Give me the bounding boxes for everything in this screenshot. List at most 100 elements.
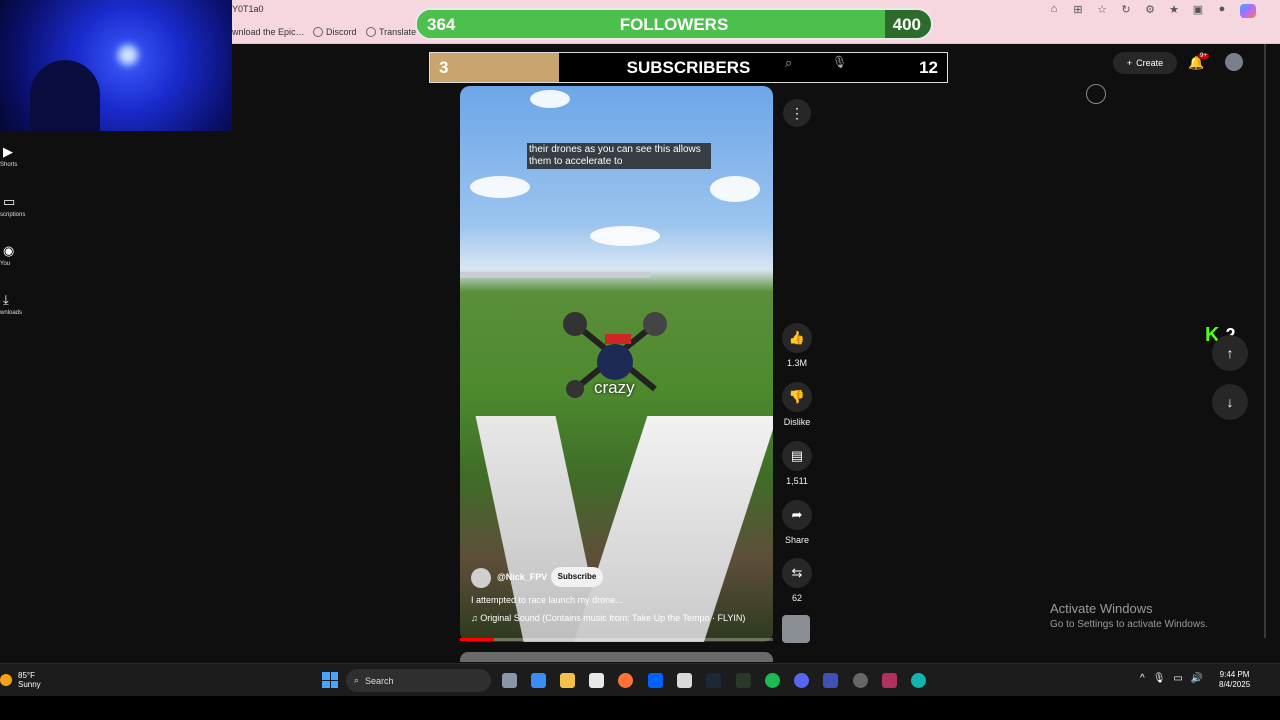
subscriptions-icon: ▭ [3, 194, 16, 209]
next-short-preview[interactable] [460, 652, 773, 662]
sound-thumbnail[interactable] [782, 615, 810, 643]
account-avatar[interactable] [1225, 53, 1243, 71]
sound-link[interactable]: ♫ Original Sound (Contains music from: T… [471, 613, 745, 623]
discord-icon[interactable] [794, 673, 809, 688]
steam-icon[interactable] [706, 673, 721, 688]
subscribe-button[interactable]: Subscribe [551, 567, 603, 587]
spotify-icon[interactable] [765, 673, 780, 688]
windows-taskbar: 85°F Sunny ⌕ Search ^ 🎙 ▭ 🔊 9:44 PM 8/4/… [0, 663, 1280, 696]
arrow-down-icon: ↓ [1226, 394, 1234, 410]
nvidia-icon[interactable] [736, 673, 751, 688]
short-video-player[interactable] [460, 86, 773, 642]
like-button[interactable]: 👍 1.3M [778, 323, 816, 368]
taskbar-clock[interactable]: 9:44 PM 8/4/2025 [1219, 670, 1250, 690]
dislike-label: Dislike [783, 417, 811, 427]
followers-current: 364 [427, 15, 456, 34]
copilot-icon[interactable] [1240, 4, 1256, 18]
cloud [590, 226, 660, 246]
comment-icon: ▤ [782, 441, 812, 471]
subscribers-goal-bar: SUBSCRIBERS 3 12 [429, 52, 948, 83]
windows-start-icon[interactable] [322, 672, 338, 688]
search-icon[interactable]: ⌕ [785, 55, 792, 71]
comment-count: 1,511 [786, 476, 808, 486]
thumbs-down-icon: 👎 [782, 382, 812, 412]
webcam-overlay [0, 0, 232, 131]
channel-avatar[interactable] [471, 568, 491, 588]
subscribers-goal: 12 [919, 58, 938, 77]
read-aloud-icon[interactable]: ⌂ [1046, 3, 1062, 16]
system-tray: ^ 🎙 ▭ 🔊 [1140, 673, 1203, 684]
video-caption: their drones as you can see this allows … [527, 143, 711, 169]
task-view-icon[interactable] [502, 673, 517, 688]
dropbox-icon[interactable] [648, 673, 663, 688]
bridge [460, 272, 650, 278]
profile-icon[interactable]: ● [1214, 3, 1230, 16]
dislike-button[interactable]: 👎 Dislike [778, 382, 816, 427]
subscribers-current: 3 [439, 58, 449, 77]
like-count: 1.3M [786, 358, 807, 368]
cloud [470, 176, 530, 198]
remix-button[interactable]: ⇆ 62 [778, 558, 816, 603]
sidebar-item-downloads[interactable]: ⤓ wnloads [0, 292, 40, 316]
plus-icon: + [1126, 58, 1133, 68]
bottom-black-strip [0, 696, 1280, 720]
globe-icon [366, 27, 376, 37]
recording-app-icon[interactable] [882, 673, 897, 688]
microphone-icon[interactable]: 🎙 [1153, 673, 1166, 684]
next-short-button[interactable]: ↓ [1212, 384, 1248, 420]
favorites-icon[interactable]: ★ [1166, 3, 1182, 16]
cloud [530, 90, 570, 108]
create-button[interactable]: + Create [1113, 52, 1177, 74]
webcam-person [30, 60, 100, 131]
video-progress-bar[interactable] [460, 638, 773, 641]
remix-count: 62 [791, 593, 802, 603]
volume-icon[interactable]: 🔊 [1191, 673, 1203, 684]
taskbar-search[interactable]: ⌕ Search [346, 669, 491, 692]
more-options-button[interactable]: ⋮ [783, 99, 811, 127]
bookmark-epic[interactable]: wnload the Epic… [232, 27, 305, 37]
chevron-up-icon[interactable]: ^ [1140, 673, 1145, 684]
search-icon: ⌕ [354, 675, 360, 685]
share-label: Share [784, 535, 810, 545]
comments-button[interactable]: ▤ 1,511 [778, 441, 816, 486]
tab-actions-icon[interactable]: ⊞ [1070, 3, 1086, 16]
sun-icon [0, 674, 12, 686]
short-title[interactable]: I attempted to race launch my drone... [471, 595, 623, 605]
previous-short-button[interactable]: ↑ [1212, 335, 1248, 371]
sidebar-item-shorts[interactable]: ▶ Shorts [0, 144, 40, 168]
browser-toolbar: ⌂ ⊞ ☆ ↻ ⚙ ★ ▣ ● ⋯ [1046, 3, 1254, 16]
firefox-icon[interactable] [618, 673, 633, 688]
bookmark-discord[interactable]: Discord [313, 27, 357, 37]
notifications-badge: 9+ [1198, 53, 1209, 59]
refresh-icon[interactable]: ↻ [1118, 3, 1134, 16]
favorite-star-icon[interactable]: ☆ [1094, 3, 1110, 16]
screen: Y0T1a0 ⌂ ⊞ ☆ ↻ ⚙ ★ ▣ ● ⋯ wnload the Epic… [0, 0, 1280, 720]
app-icon[interactable] [823, 673, 838, 688]
sidebar-item-subscriptions[interactable]: ▭ scriptions [0, 194, 40, 218]
address-bar-url[interactable]: Y0T1a0 [232, 4, 264, 14]
copilot-app-icon[interactable] [531, 673, 546, 688]
webcam-light [118, 45, 138, 65]
sidebar-item-you[interactable]: ◉ You [0, 243, 40, 267]
channel-name[interactable]: @Nick_FPV [497, 572, 547, 582]
microphone-icon[interactable]: 🎙 [832, 55, 847, 69]
cloud [710, 176, 760, 202]
thumbs-up-icon: 👍 [782, 323, 812, 353]
store-icon[interactable] [589, 673, 604, 688]
you-icon: ◉ [3, 243, 15, 258]
calculator-icon[interactable] [677, 673, 692, 688]
collections-icon[interactable]: ▣ [1190, 3, 1206, 16]
weather-widget[interactable]: 85°F Sunny [0, 671, 41, 689]
edge-icon[interactable] [911, 673, 926, 688]
downloads-icon: ⤓ [3, 292, 9, 307]
extensions-icon[interactable]: ⚙ [1142, 3, 1158, 16]
share-button[interactable]: ➦ Share [778, 500, 816, 545]
launch-rail-right [572, 416, 773, 642]
file-explorer-icon[interactable] [560, 673, 575, 688]
scrollbar[interactable] [1264, 44, 1266, 638]
network-icon[interactable]: ▭ [1173, 673, 1182, 684]
bookmark-translate[interactable]: Translate [366, 27, 416, 37]
obs-icon[interactable] [853, 673, 868, 688]
overlay-word: crazy [594, 378, 635, 397]
clock-date: 8/4/2025 [1219, 680, 1251, 689]
